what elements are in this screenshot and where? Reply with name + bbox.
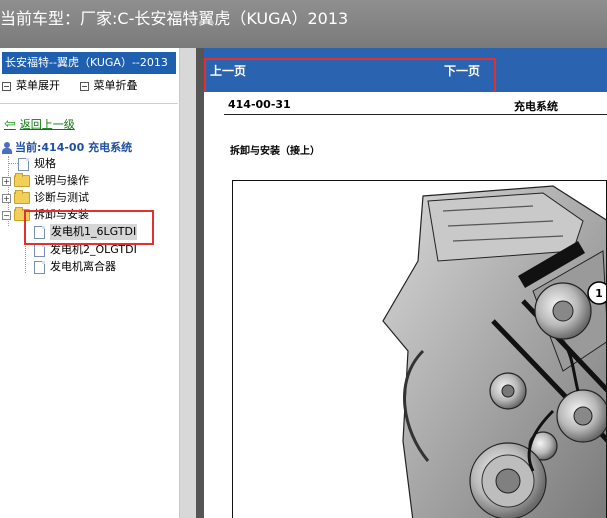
- content-pane: 上一页 下一页 414-00-31 充电系统 拆卸与安装（接上） 1: [204, 48, 607, 518]
- callout-number: 1: [595, 287, 603, 300]
- document-number: 414-00-31: [228, 98, 291, 111]
- engine-illustration: 1: [232, 180, 607, 518]
- sidebar: 长安福特--翼虎（KUGA）--2013 菜单展开 菜单折叠 ⇦ 返回上一级 当…: [0, 48, 180, 518]
- document-icon: [34, 243, 45, 257]
- tree-item-label: 规格: [34, 157, 56, 170]
- document-title: 充电系统: [514, 100, 558, 113]
- expand-icon: [2, 81, 11, 91]
- tree-item-label: 诊断与测试: [34, 191, 89, 204]
- expand-plus-icon[interactable]: +: [2, 176, 11, 186]
- document-page: 414-00-31 充电系统 拆卸与安装（接上） 1: [204, 92, 607, 518]
- collapse-menu-button[interactable]: 菜单折叠: [79, 78, 138, 94]
- sidebar-divider: [0, 103, 178, 104]
- document-icon: [18, 157, 29, 171]
- tree-item-diag-test[interactable]: + 诊断与测试: [2, 190, 89, 206]
- tree-item-label: 说明与操作: [34, 174, 89, 187]
- back-link-label: 返回上一级: [19, 118, 75, 131]
- document-rule: [224, 114, 607, 115]
- tree-item-label: 发电机离合器: [50, 260, 116, 273]
- expand-menu-label: 菜单展开: [16, 79, 60, 92]
- tree-item-desc-ops[interactable]: + 说明与操作: [2, 173, 89, 189]
- expand-plus-icon[interactable]: +: [2, 193, 11, 203]
- folder-icon: [14, 173, 30, 187]
- tree-item-spec[interactable]: 规格: [18, 156, 56, 172]
- folder-icon: [14, 190, 30, 204]
- splitter-bar[interactable]: [196, 48, 204, 518]
- selection-annotation-box: [24, 210, 154, 245]
- splitter-gap[interactable]: [180, 48, 196, 518]
- nav-annotation-box: [204, 58, 496, 95]
- collapse-minus-icon[interactable]: −: [2, 210, 11, 220]
- collapse-menu-label: 菜单折叠: [93, 79, 138, 92]
- document-heading: 拆卸与安装（接上）: [230, 146, 320, 157]
- tree-connector: [8, 163, 18, 164]
- engine-drawing: 1: [382, 185, 606, 518]
- collapse-icon: [79, 81, 89, 91]
- sidebar-header: 长安福特--翼虎（KUGA）--2013: [2, 52, 176, 74]
- back-link[interactable]: ⇦ 返回上一级: [4, 116, 75, 132]
- tree-item-clutch[interactable]: 发电机离合器: [34, 259, 116, 275]
- menu-toggle-row: 菜单展开 菜单折叠: [2, 78, 154, 94]
- back-arrow-icon: ⇦: [4, 116, 16, 132]
- current-location-icon: [2, 142, 12, 154]
- tree-current-node: 当前:414-00 充电系统: [2, 140, 132, 156]
- window-title: 当前车型：厂家:C-长安福特翼虎（KUGA）2013: [0, 0, 607, 48]
- expand-menu-button[interactable]: 菜单展开: [2, 78, 60, 94]
- tree-current-label: 当前:414-00 充电系统: [15, 141, 133, 154]
- document-icon: [34, 260, 45, 274]
